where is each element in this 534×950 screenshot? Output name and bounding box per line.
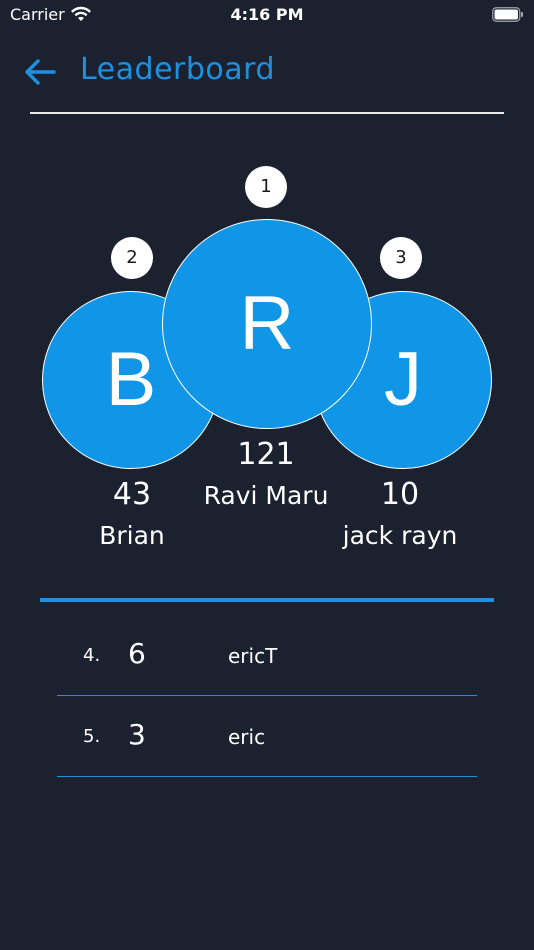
back-arrow-icon[interactable] bbox=[22, 54, 58, 90]
list-item[interactable]: 4. 6 ericT bbox=[57, 615, 477, 696]
name-first-place: Ravi Maru bbox=[203, 481, 329, 510]
rank-badge-first: 1 bbox=[245, 166, 287, 208]
name-second-place: Brian bbox=[99, 521, 165, 550]
app-header: Leaderboard bbox=[0, 40, 534, 104]
score-third-place: 10 bbox=[380, 477, 420, 512]
list-item[interactable]: 5. 3 eric bbox=[57, 696, 477, 777]
list-item-score: 3 bbox=[128, 718, 146, 751]
list-item-name: eric bbox=[228, 725, 266, 749]
rank-badge-third: 3 bbox=[380, 237, 422, 279]
avatar-first-place[interactable]: R bbox=[162, 219, 372, 429]
score-second-place: 43 bbox=[112, 477, 152, 512]
status-bar: Carrier 4:16 PM bbox=[0, 0, 534, 30]
name-third-place: jack rayn bbox=[342, 521, 458, 550]
list-top-divider bbox=[40, 598, 494, 602]
header-divider bbox=[30, 112, 504, 114]
rank-badge-second: 2 bbox=[111, 237, 153, 279]
battery-icon bbox=[492, 7, 523, 22]
list-item-name: ericT bbox=[228, 644, 278, 668]
score-first-place: 121 bbox=[237, 437, 295, 472]
status-time: 4:16 PM bbox=[230, 5, 304, 24]
page-title: Leaderboard bbox=[80, 52, 275, 87]
list-item-rank: 5. bbox=[83, 726, 101, 747]
list-item-score: 6 bbox=[128, 637, 146, 670]
list-item-rank: 4. bbox=[83, 645, 101, 666]
